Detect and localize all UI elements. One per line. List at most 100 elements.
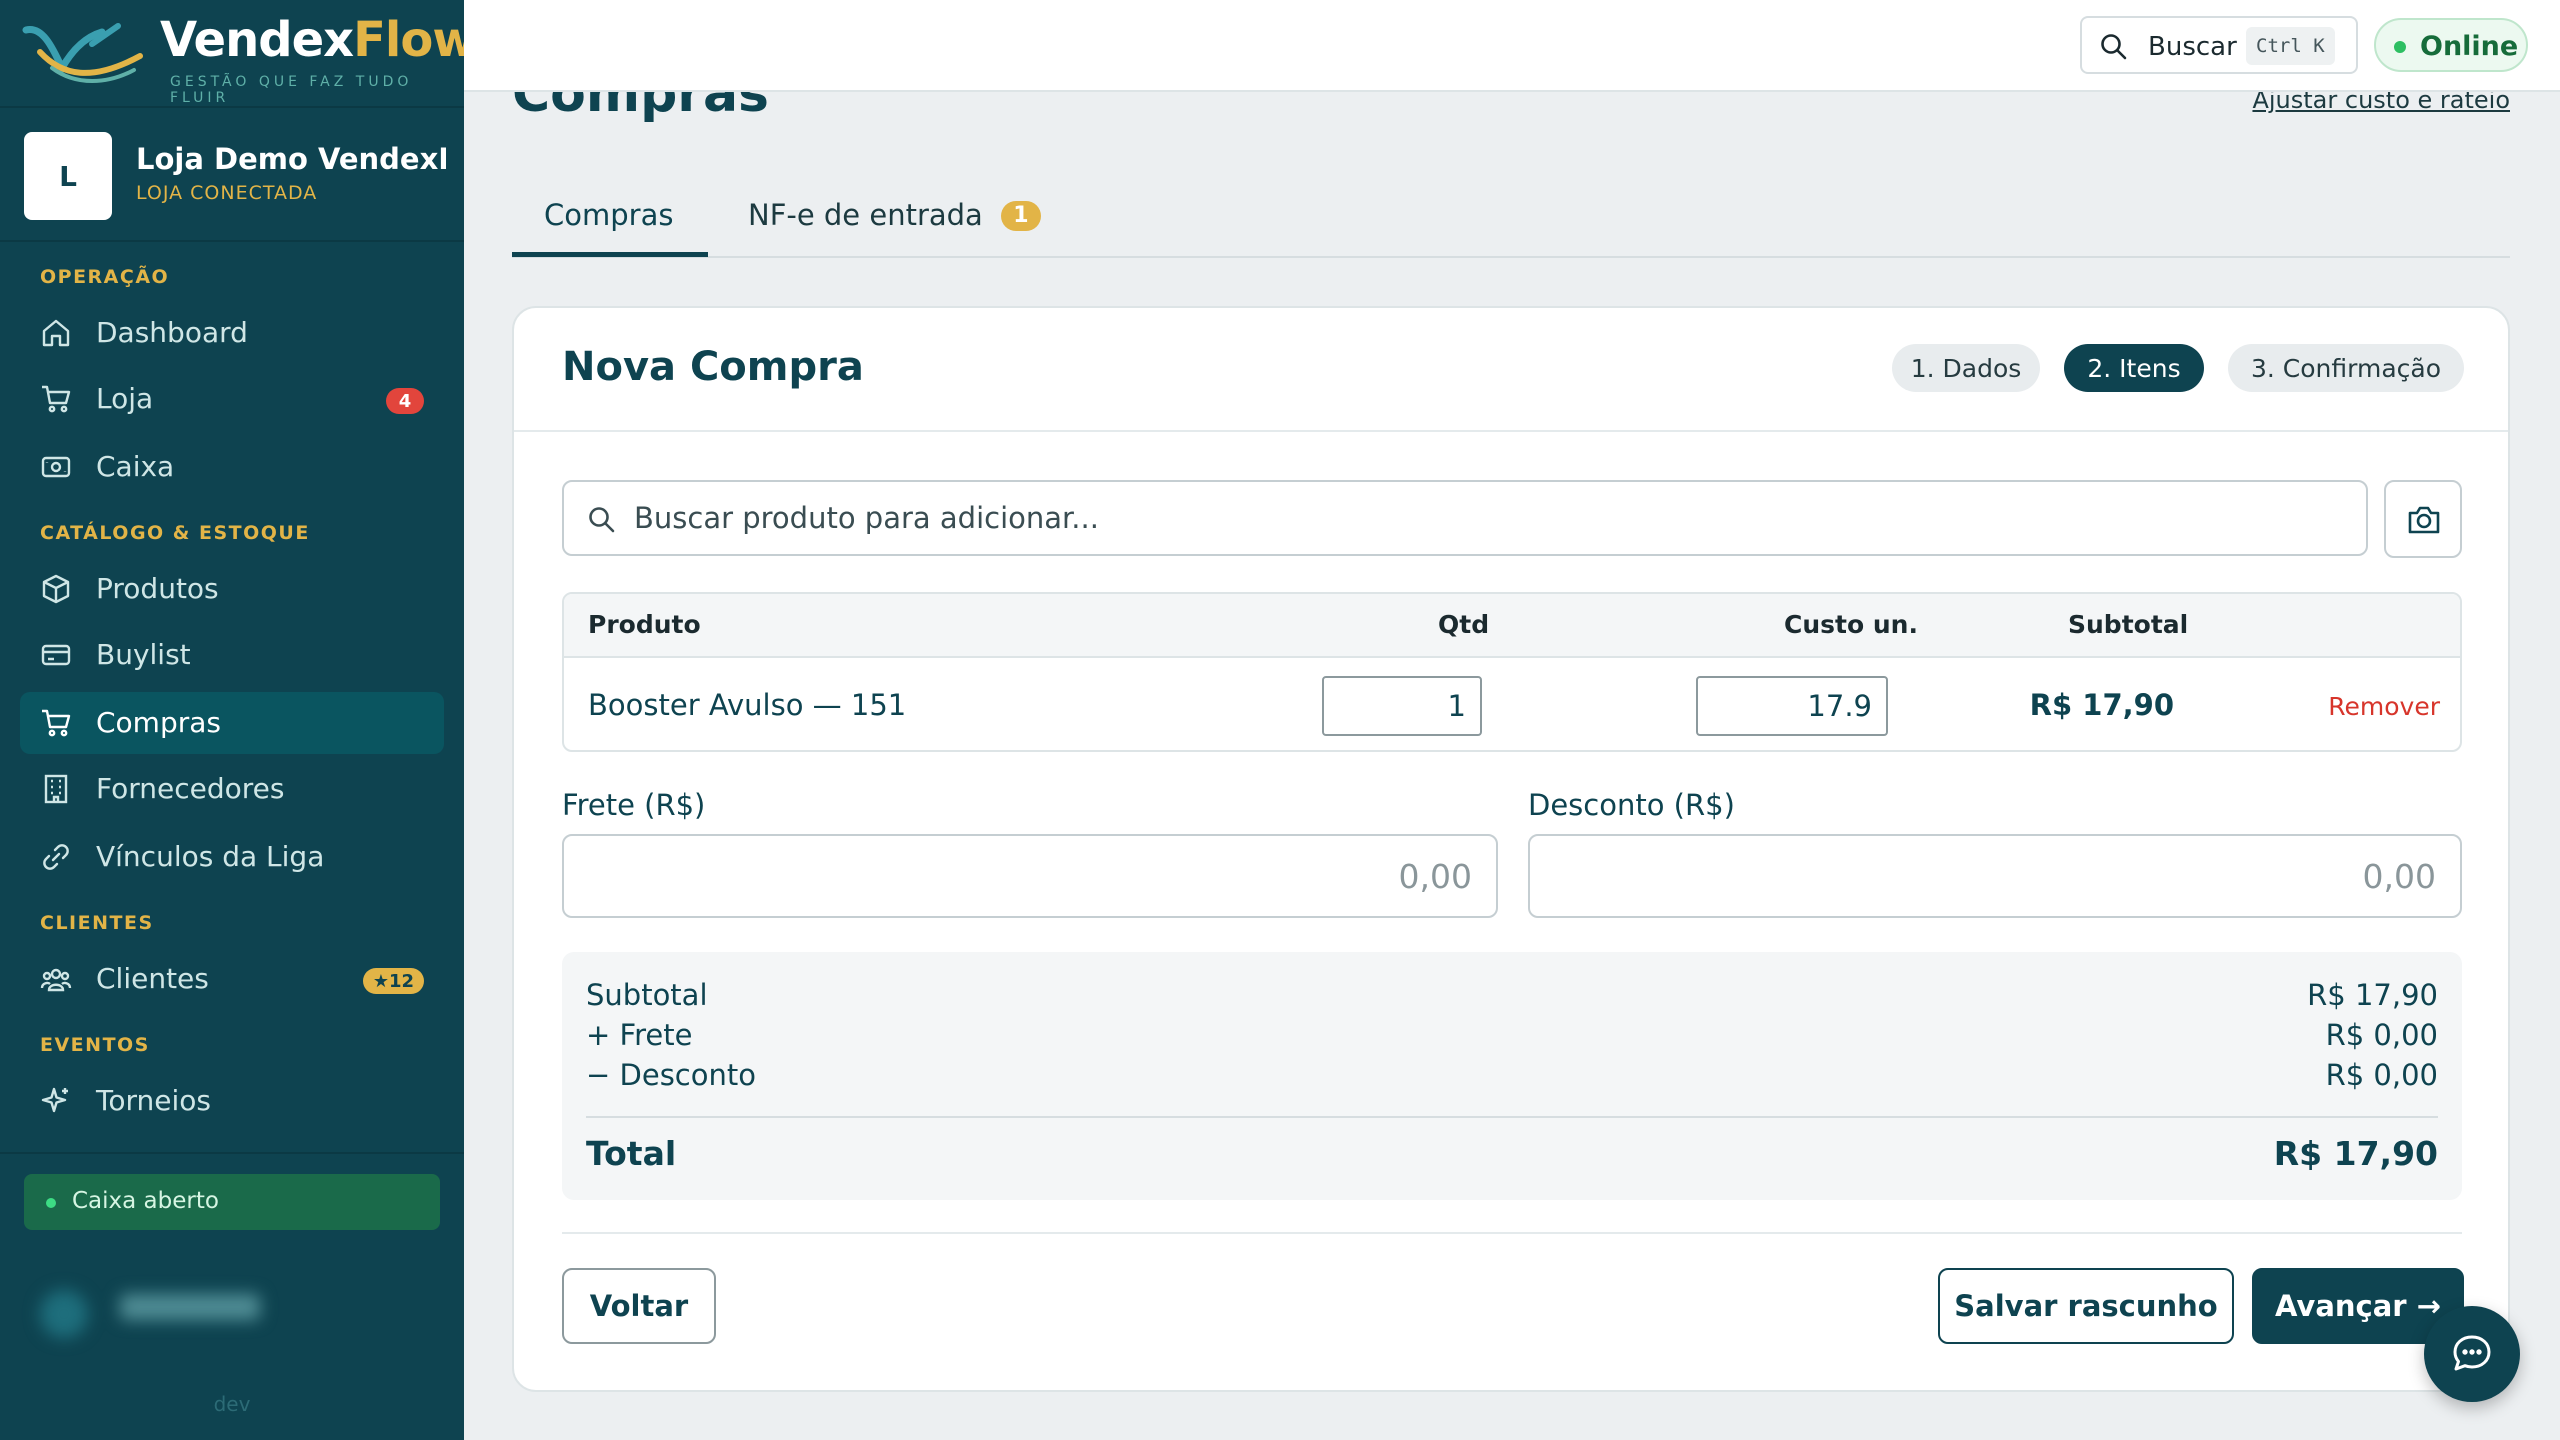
product-search-input[interactable] bbox=[634, 496, 2334, 540]
sidebar-item-label: Caixa bbox=[96, 450, 175, 483]
sidebar-item-label: Vínculos da Liga bbox=[96, 840, 325, 873]
totals-summary: Subtotal R$ 17,90 + Frete R$ 0,00 − Desc… bbox=[562, 952, 2462, 1200]
sidebar-item-buylist[interactable]: Buylist bbox=[20, 624, 444, 686]
sparkle-icon bbox=[41, 1087, 68, 1113]
user-name-blurred bbox=[120, 1294, 260, 1320]
cash-register-icon bbox=[41, 456, 71, 478]
notification-badge: 4 bbox=[386, 388, 424, 414]
column-header-product: Produto bbox=[588, 610, 701, 639]
freight-label: Frete (R$) bbox=[562, 788, 706, 822]
nav-section-operacao: OPERAÇÃO bbox=[40, 266, 170, 288]
summary-value: R$ 17,90 bbox=[2307, 978, 2438, 1012]
keyboard-shortcut: Ctrl K bbox=[2246, 27, 2335, 65]
summary-total: Total R$ 17,90 bbox=[586, 1134, 2438, 1173]
save-draft-button[interactable]: Salvar rascunho bbox=[1938, 1268, 2234, 1344]
box-icon bbox=[42, 574, 70, 604]
sidebar-item-label: Dashboard bbox=[96, 316, 248, 349]
search-icon bbox=[589, 507, 615, 533]
row-subtotal: R$ 17,90 bbox=[2029, 688, 2174, 722]
product-search-field[interactable] bbox=[562, 480, 2368, 556]
tabs-divider bbox=[512, 256, 2510, 258]
divider bbox=[562, 1232, 2462, 1234]
column-header-qty: Qtd bbox=[1438, 610, 1490, 639]
table-row: Booster Avulso — 151 R$ 17,90 Remover bbox=[564, 660, 2460, 750]
topbar: Buscar Ctrl K Online bbox=[464, 0, 2560, 92]
sidebar-item-vinculos[interactable]: Vínculos da Liga bbox=[20, 826, 444, 888]
store-avatar: L bbox=[24, 132, 112, 220]
product-name: Booster Avulso — 151 bbox=[588, 688, 907, 722]
cash-status-indicator[interactable]: Caixa aberto bbox=[24, 1174, 440, 1230]
status-label: Online bbox=[2420, 31, 2519, 62]
cart-icon bbox=[42, 709, 71, 737]
summary-label: Subtotal bbox=[586, 978, 708, 1012]
chat-support-button[interactable] bbox=[2424, 1306, 2520, 1402]
search-icon bbox=[2101, 34, 2127, 60]
brand-name: VendexFlow bbox=[160, 12, 477, 68]
summary-subtotal: Subtotal R$ 17,90 bbox=[586, 978, 2438, 1012]
divider bbox=[0, 1152, 464, 1154]
camera-icon bbox=[2408, 506, 2440, 534]
summary-discount: − Desconto R$ 0,00 bbox=[586, 1058, 2438, 1092]
total-value: R$ 17,90 bbox=[2273, 1134, 2438, 1173]
sidebar-item-label: Torneios bbox=[96, 1084, 211, 1117]
card-title: Nova Compra bbox=[562, 344, 864, 390]
sidebar-item-caixa[interactable]: Caixa bbox=[20, 436, 444, 498]
tab-label: NF-e de entrada bbox=[748, 198, 983, 232]
connection-status-badge: Online bbox=[2374, 18, 2528, 72]
step-itens[interactable]: 2. Itens bbox=[2064, 344, 2204, 392]
step-confirmacao[interactable]: 3. Confirmação bbox=[2228, 344, 2464, 392]
sidebar-item-produtos[interactable]: Produtos bbox=[20, 558, 444, 620]
active-tab-indicator bbox=[512, 252, 708, 257]
sidebar-item-torneios[interactable]: Torneios bbox=[20, 1070, 444, 1132]
status-dot-icon bbox=[46, 1198, 56, 1208]
sidebar-item-fornecedores[interactable]: Fornecedores bbox=[20, 758, 444, 820]
remove-item-button[interactable]: Remover bbox=[2328, 692, 2440, 721]
cart-icon bbox=[42, 385, 71, 413]
discount-input[interactable] bbox=[1528, 834, 2462, 918]
scan-camera-button[interactable] bbox=[2384, 480, 2462, 558]
total-label: Total bbox=[586, 1134, 677, 1173]
user-profile[interactable] bbox=[30, 1280, 270, 1340]
sidebar-item-dashboard[interactable]: Dashboard bbox=[20, 302, 444, 364]
qty-input[interactable] bbox=[1322, 676, 1482, 736]
column-header-subtotal: Subtotal bbox=[2068, 610, 2189, 639]
freight-input[interactable] bbox=[562, 834, 1498, 918]
discount-label: Desconto (R$) bbox=[1528, 788, 1735, 822]
tab-nfe-entrada[interactable]: NF-e de entrada 1 bbox=[748, 198, 1041, 232]
nav-section-eventos: EVENTOS bbox=[40, 1034, 150, 1056]
home-icon bbox=[42, 319, 70, 347]
store-status: LOJA CONECTADA bbox=[136, 182, 318, 204]
chat-bubble-icon bbox=[2453, 1335, 2491, 1371]
unit-cost-input[interactable] bbox=[1696, 676, 1888, 736]
link-icon bbox=[43, 844, 69, 870]
sidebar-item-label: Buylist bbox=[96, 638, 191, 671]
store-switcher[interactable]: L Loja Demo VendexFl... LOJA CONECTADA bbox=[0, 110, 464, 242]
sidebar-item-label: Loja bbox=[96, 382, 154, 415]
cash-status-label: Caixa aberto bbox=[72, 1188, 219, 1214]
items-table: Produto Qtd Custo un. Subtotal Booster A… bbox=[562, 592, 2462, 752]
column-header-unit-cost: Custo un. bbox=[1784, 610, 1918, 639]
vip-badge: ★12 bbox=[362, 968, 424, 994]
sidebar-item-label: Produtos bbox=[96, 572, 219, 605]
brand-header: VendexFlow GESTÃO QUE FAZ TUDO FLUIR bbox=[0, 0, 477, 108]
global-search-button[interactable]: Buscar Ctrl K bbox=[2080, 16, 2358, 74]
environment-label: dev bbox=[213, 1392, 251, 1416]
count-badge: 1 bbox=[1000, 200, 1041, 231]
summary-value: R$ 0,00 bbox=[2325, 1058, 2438, 1092]
step-dados[interactable]: 1. Dados bbox=[1892, 344, 2040, 392]
sidebar-item-compras[interactable]: Compras bbox=[20, 692, 444, 754]
divider bbox=[514, 430, 2508, 432]
nav-section-clientes: CLIENTES bbox=[40, 912, 154, 934]
search-label: Buscar bbox=[2148, 32, 2237, 62]
card-icon bbox=[41, 644, 71, 666]
avatar bbox=[40, 1290, 88, 1338]
nav-section-catalogo: CATÁLOGO & ESTOQUE bbox=[40, 522, 310, 544]
back-button[interactable]: Voltar bbox=[562, 1268, 716, 1344]
tab-compras[interactable]: Compras bbox=[544, 198, 673, 232]
sidebar-item-clientes[interactable]: Clientes ★12 bbox=[20, 948, 444, 1010]
sidebar-item-loja[interactable]: Loja 4 bbox=[20, 368, 444, 430]
sidebar-item-label: Compras bbox=[96, 706, 221, 739]
status-dot-icon bbox=[2394, 41, 2406, 53]
summary-label: − Desconto bbox=[586, 1058, 756, 1092]
brand-tagline: GESTÃO QUE FAZ TUDO FLUIR bbox=[170, 74, 413, 106]
